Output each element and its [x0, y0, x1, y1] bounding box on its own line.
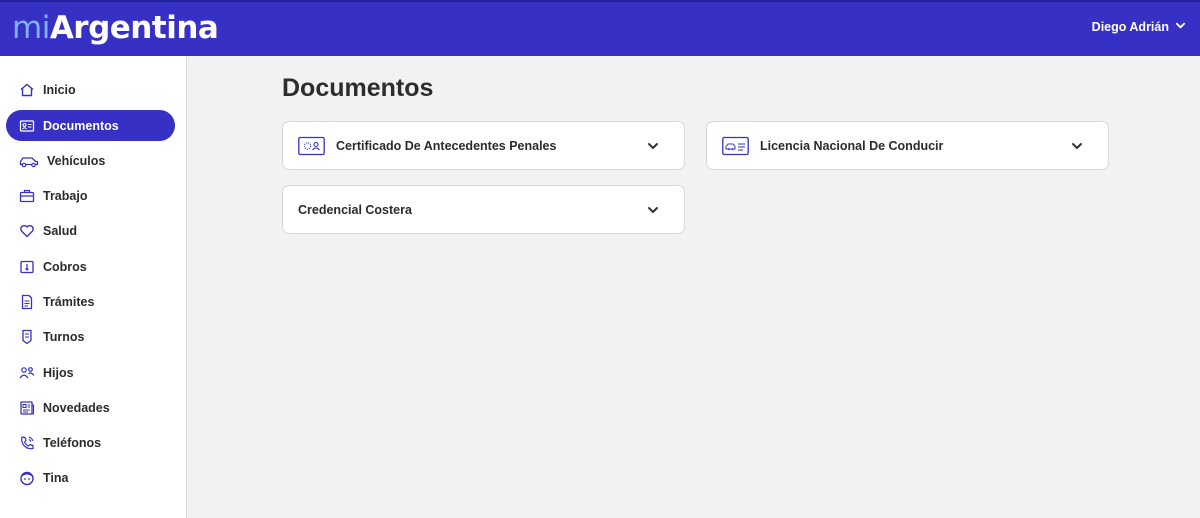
bot-face-icon: [19, 470, 35, 486]
sidebar-item-label: Teléfonos: [43, 435, 102, 450]
newspaper-icon: [19, 400, 35, 416]
chevron-down-icon: [1175, 20, 1186, 34]
user-menu[interactable]: Diego Adrián: [1092, 20, 1186, 34]
chevron-down-icon[interactable]: [1070, 139, 1084, 153]
sidebar-item-label: Vehículos: [47, 153, 106, 168]
sidebar-item-inicio[interactable]: Inicio: [6, 74, 175, 105]
sidebar-item-label: Tina: [43, 470, 69, 485]
sidebar-item-label: Inicio: [43, 82, 76, 97]
sidebar: Inicio Documentos Vehículos Trabajo Salu…: [0, 56, 187, 518]
sidebar-item-label: Hijos: [43, 365, 74, 380]
id-card-icon: [19, 118, 35, 134]
money-icon: [19, 259, 35, 275]
sidebar-item-hijos[interactable]: Hijos: [6, 357, 175, 388]
logo-argentina: Argentina: [49, 10, 219, 46]
sidebar-item-label: Salud: [43, 223, 78, 238]
license-card-icon: [722, 136, 749, 156]
document-card-antecedentes[interactable]: Certificado De Antecedentes Penales: [282, 121, 685, 170]
document-card-licencia[interactable]: Licencia Nacional De Conducir: [706, 121, 1109, 170]
sidebar-item-label: Turnos: [43, 329, 85, 344]
user-name: Diego Adrián: [1091, 20, 1169, 34]
sidebar-item-tina[interactable]: Tina: [6, 462, 175, 493]
sidebar-item-tramites[interactable]: Trámites: [6, 286, 175, 317]
chevron-down-icon[interactable]: [646, 139, 660, 153]
card-title: Credencial Costera: [298, 202, 412, 217]
document-icon: [19, 294, 35, 310]
certificate-card-icon: [298, 136, 325, 156]
sidebar-item-novedades[interactable]: Novedades: [6, 392, 175, 423]
sidebar-item-telefonos[interactable]: Teléfonos: [6, 427, 175, 458]
sidebar-item-trabajo[interactable]: Trabajo: [6, 180, 175, 211]
sidebar-item-documentos[interactable]: Documentos: [6, 110, 175, 141]
people-icon: [19, 365, 35, 381]
sidebar-item-label: Trámites: [43, 294, 95, 309]
logo-mi: mi: [12, 10, 50, 46]
calendar-tag-icon: [19, 329, 35, 345]
sidebar-item-label: Trabajo: [43, 188, 88, 203]
sidebar-item-label: Cobros: [43, 259, 87, 274]
card-title: Certificado De Antecedentes Penales: [336, 138, 557, 153]
top-bar: miArgentina Diego Adrián: [0, 0, 1200, 56]
chevron-down-icon[interactable]: [646, 203, 660, 217]
card-title: Licencia Nacional De Conducir: [760, 138, 944, 153]
sidebar-item-label: Documentos: [43, 118, 119, 133]
sidebar-item-salud[interactable]: Salud: [6, 215, 175, 246]
briefcase-icon: [19, 188, 35, 204]
car-icon: [19, 153, 39, 169]
document-card-credencial[interactable]: Credencial Costera: [282, 185, 685, 234]
page-title: Documentos: [282, 74, 434, 102]
sidebar-item-label: Novedades: [43, 400, 110, 415]
sidebar-item-turnos[interactable]: Turnos: [6, 321, 175, 352]
heart-icon: [19, 223, 35, 239]
logo[interactable]: miArgentina: [12, 8, 219, 48]
home-icon: [19, 82, 35, 98]
sidebar-item-vehiculos[interactable]: Vehículos: [6, 145, 175, 176]
phone-icon: [19, 435, 35, 451]
sidebar-item-cobros[interactable]: Cobros: [6, 251, 175, 282]
